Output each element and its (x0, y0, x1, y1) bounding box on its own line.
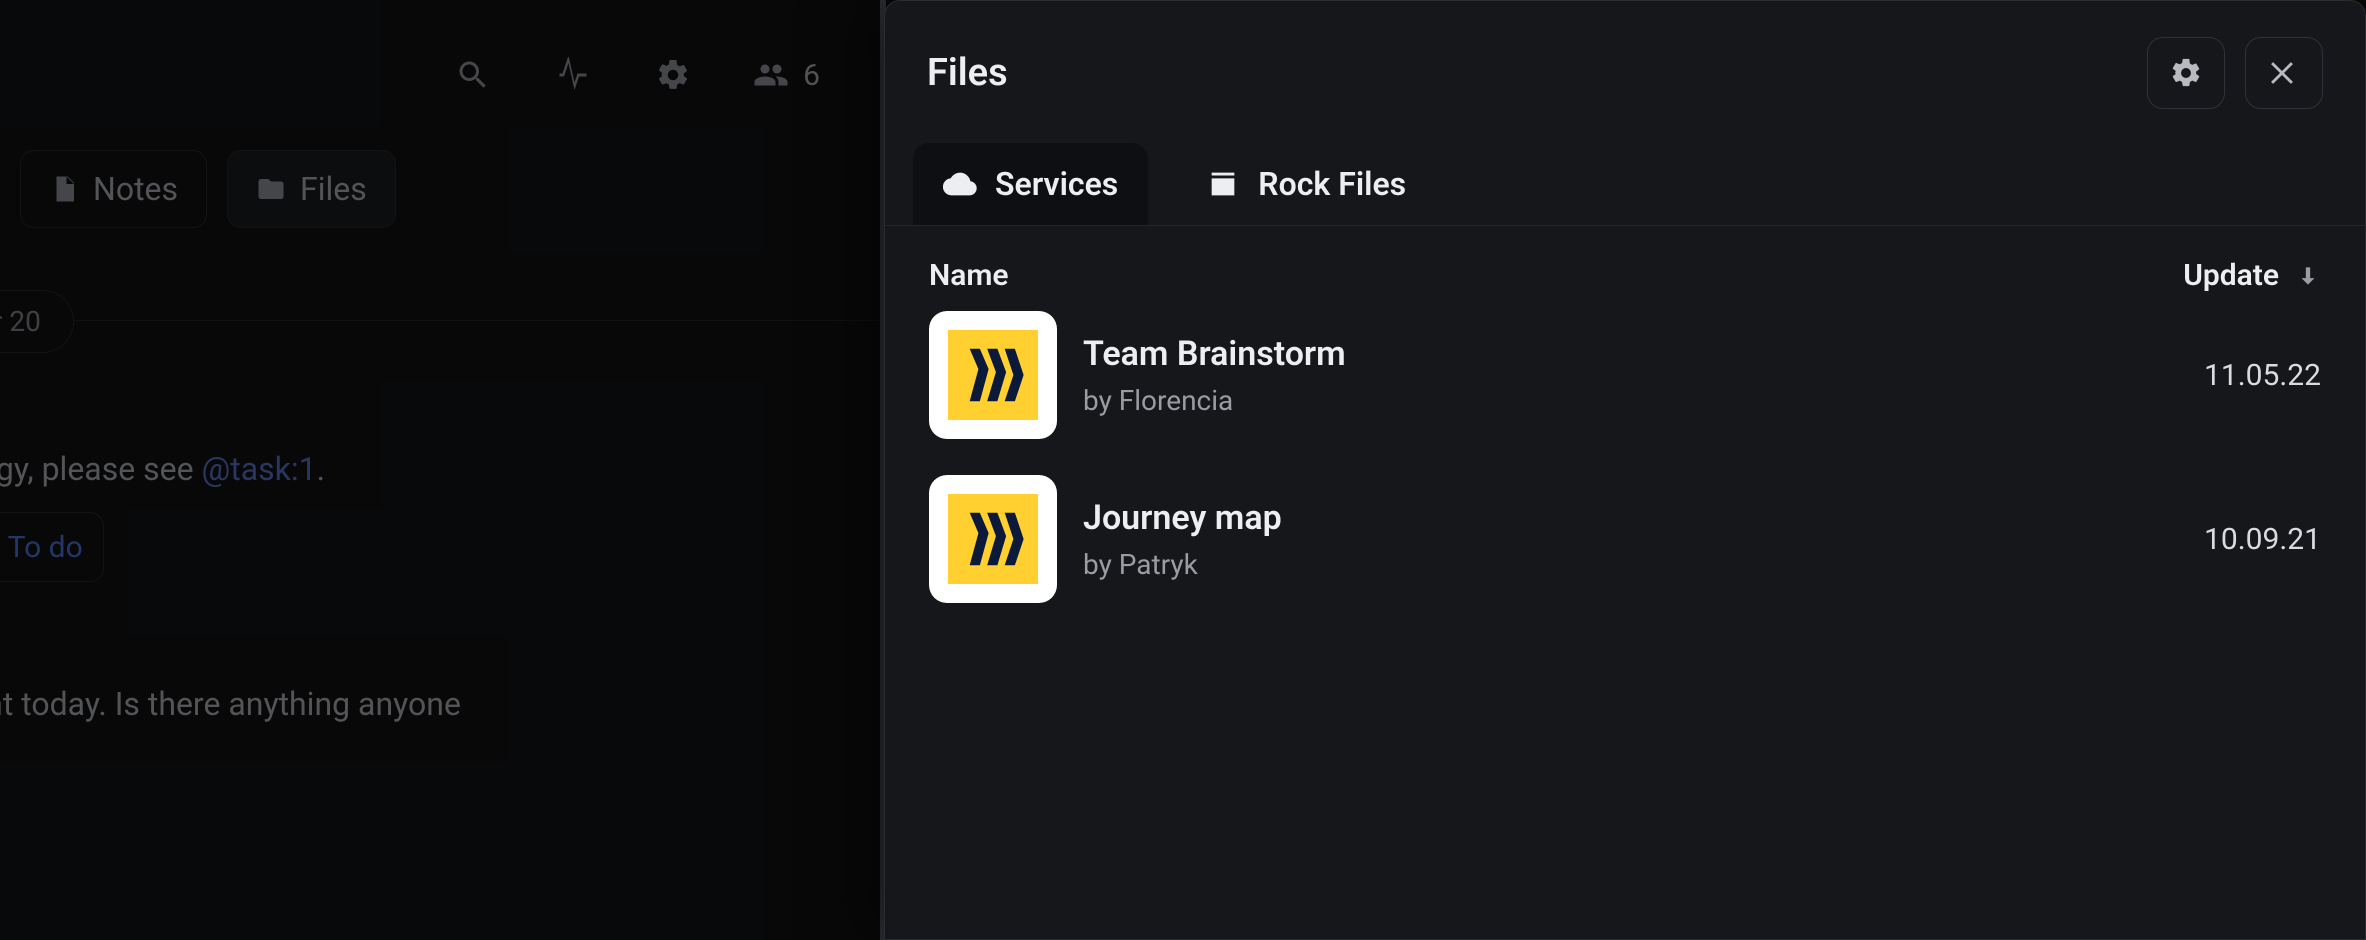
tab-notes-label: Notes (93, 170, 178, 208)
date-divider: Monday, Apr 20 (0, 290, 74, 353)
cloud-icon (943, 167, 977, 201)
file-list: Team Brainstorm by Florencia 11.05.22 Jo… (885, 303, 2365, 611)
tab-rock-files-label: Rock Files (1258, 165, 1406, 203)
files-panel-tabs: Services Rock Files (885, 117, 2365, 226)
task-chip[interactable]: rategy To do (0, 512, 104, 582)
file-name: Journey map (1083, 498, 2135, 538)
file-columns-header: Name Update (885, 226, 2365, 303)
col-name[interactable]: Name (929, 258, 1009, 293)
tab-notes[interactable]: Notes (20, 150, 207, 228)
file-thumbnail (929, 475, 1057, 603)
col-update-label: Update (2183, 258, 2279, 293)
tab-services[interactable]: Services (913, 143, 1148, 225)
col-update[interactable]: Update (2183, 258, 2321, 293)
miro-icon (948, 494, 1038, 584)
message-2-line1: ript with the client today. Is there any… (0, 680, 461, 730)
files-settings-button[interactable] (2147, 37, 2225, 109)
tab-services-label: Services (995, 165, 1118, 203)
file-row[interactable]: Journey map by Patryk 10.09.21 (929, 475, 2321, 603)
miro-icon (948, 330, 1038, 420)
tab-files[interactable]: Files (227, 150, 396, 228)
notes-icon (49, 174, 79, 204)
message-1: cial media strategy, please see @task:1. (0, 450, 325, 488)
close-icon (2267, 56, 2301, 90)
message-1-text-right: . (317, 450, 325, 488)
file-date: 11.05.22 (2161, 358, 2321, 393)
gear-icon (2169, 56, 2203, 90)
people-count[interactable]: 6 (753, 57, 820, 93)
files-panel-title: Files (927, 51, 1008, 95)
message-2: ript with the client today. Is there any… (0, 680, 461, 779)
sort-desc-icon (2295, 263, 2321, 289)
file-author: by Patryk (1083, 548, 2135, 581)
people-count-value: 6 (803, 58, 820, 93)
search-icon[interactable] (453, 55, 493, 95)
message-1-text-left: cial media strategy, please see (0, 450, 202, 488)
main-tabs: Tasks 2 Notes Files (0, 150, 396, 228)
file-name: Team Brainstorm (1083, 334, 2135, 374)
people-icon (753, 57, 789, 93)
left-content-clipped: 6 Tasks 2 Notes Files Monday (0, 0, 880, 940)
files-panel-actions (2147, 37, 2323, 109)
file-date: 10.09.21 (2161, 522, 2321, 557)
gear-icon[interactable] (653, 55, 693, 95)
date-divider-line (60, 320, 880, 321)
file-row[interactable]: Team Brainstorm by Florencia 11.05.22 (929, 311, 2321, 439)
top-toolbar: 6 (0, 0, 880, 150)
file-thumbnail (929, 311, 1057, 439)
files-close-button[interactable] (2245, 37, 2323, 109)
task-status: To do (8, 530, 83, 565)
message-2-line2: r with the client? (0, 730, 461, 780)
tab-files-label: Files (300, 170, 367, 208)
files-panel: Files Services Rock Files Name Update (884, 0, 2366, 940)
activity-icon[interactable] (553, 55, 593, 95)
task-mention[interactable]: @task:1 (202, 450, 317, 488)
tab-rock-files[interactable]: Rock Files (1176, 143, 1436, 225)
folder-icon (256, 174, 286, 204)
archive-icon (1206, 167, 1240, 201)
file-author: by Florencia (1083, 384, 2135, 417)
files-panel-header: Files (885, 1, 2365, 117)
